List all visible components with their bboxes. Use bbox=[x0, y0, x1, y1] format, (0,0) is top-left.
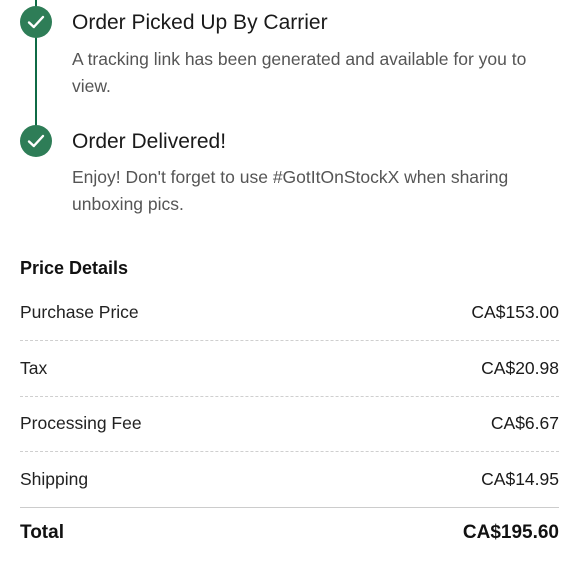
step-description-delivered: Enjoy! Don't forget to use #GotItOnStock… bbox=[72, 167, 509, 214]
price-row-purchase-price: Purchase Price CA$153.00 bbox=[20, 285, 559, 341]
price-row-processing-fee: Processing Fee CA$6.67 bbox=[20, 396, 559, 452]
price-row-label: Processing Fee bbox=[20, 413, 142, 433]
check-icon bbox=[20, 6, 52, 38]
price-row-total: Total CA$195.60 bbox=[20, 508, 559, 558]
step-title-delivered: Order Delivered! bbox=[72, 130, 227, 153]
price-row-value: CA$6.67 bbox=[490, 413, 559, 433]
price-row-value: CA$20.98 bbox=[481, 358, 559, 378]
price-row-value: CA$153.00 bbox=[471, 302, 559, 322]
step-description-picked-up: A tracking link has been generated and a… bbox=[72, 49, 527, 96]
price-details-heading: Price Details bbox=[20, 258, 129, 278]
step-title-picked-up: Order Picked Up By Carrier bbox=[72, 11, 328, 34]
price-row-label: Shipping bbox=[20, 468, 89, 489]
price-row-label: Purchase Price bbox=[20, 302, 139, 322]
price-row-value: CA$14.95 bbox=[481, 468, 559, 489]
total-label: Total bbox=[20, 522, 64, 543]
price-row-shipping: Shipping CA$14.95 bbox=[20, 451, 559, 507]
total-value: CA$195.60 bbox=[462, 522, 559, 543]
check-icon bbox=[20, 125, 52, 157]
price-row-label: Tax bbox=[20, 358, 48, 378]
price-row-tax: Tax CA$20.98 bbox=[20, 341, 559, 397]
